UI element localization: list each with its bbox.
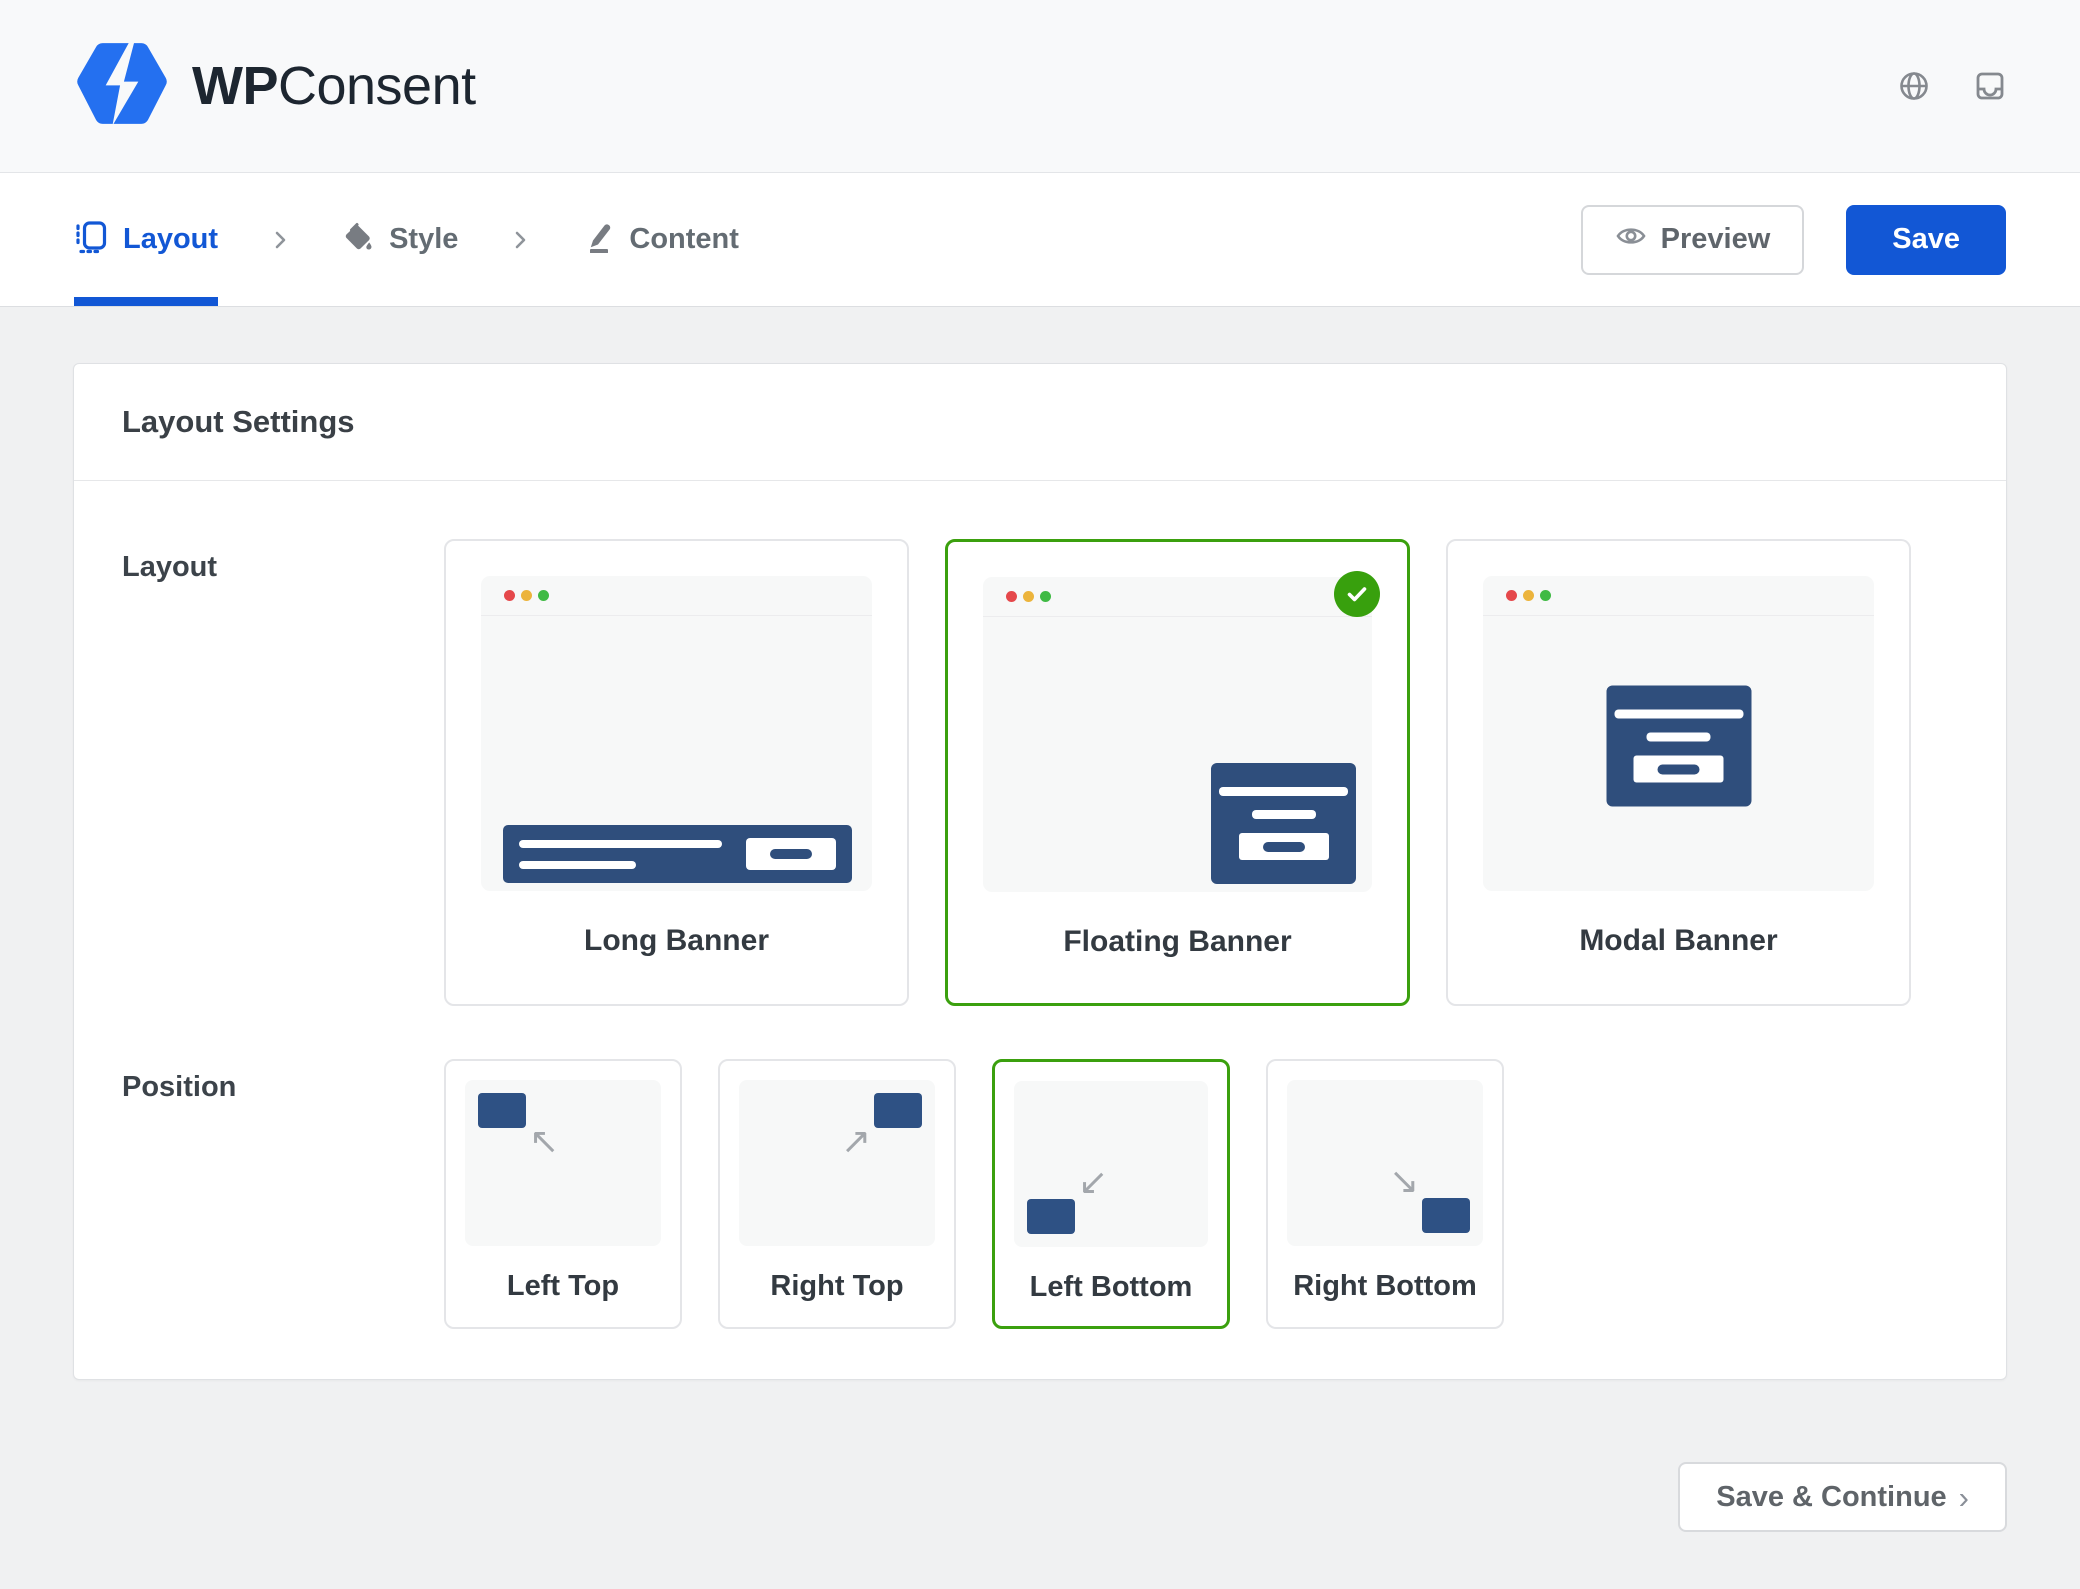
banner-position-rect xyxy=(874,1093,922,1128)
chevron-right-icon xyxy=(268,173,292,306)
brand-name: WPConsent xyxy=(192,55,476,117)
arrow-up-left-icon: ↖ xyxy=(529,1124,559,1160)
banner-position-rect xyxy=(1027,1199,1075,1234)
inbox-icon[interactable] xyxy=(1974,70,2006,102)
position-preview: ↖ xyxy=(465,1080,661,1246)
browser-mockup xyxy=(1483,576,1874,891)
traffic-dot-red xyxy=(1006,591,1017,602)
banner-position-rect xyxy=(1422,1198,1470,1233)
footer-actions: Save & Continue › xyxy=(73,1380,2007,1532)
chevron-right-icon: › xyxy=(1959,1478,1969,1516)
position-option-right-top[interactable]: ↗ Right Top xyxy=(718,1059,956,1329)
banner-button-shape xyxy=(746,838,836,870)
arrow-up-right-icon: ↗ xyxy=(841,1124,871,1160)
position-option-right-bottom[interactable]: ↘ Right Bottom xyxy=(1266,1059,1504,1329)
tab-bar: Layout Style Content xyxy=(0,173,2080,307)
layout-option-label: Floating Banner xyxy=(983,925,1372,959)
layout-option-label: Long Banner xyxy=(481,924,872,958)
paint-bucket-icon xyxy=(342,221,374,258)
banner-button-shape xyxy=(1634,756,1724,783)
wpconsent-logo-icon xyxy=(74,41,170,131)
tab-content-label: Content xyxy=(629,223,739,256)
position-option-label: Left Bottom xyxy=(1014,1271,1208,1304)
position-preview: ↙ xyxy=(1014,1081,1208,1247)
tab-layout[interactable]: Layout xyxy=(74,173,218,306)
layout-setting-row: Layout xyxy=(122,539,1958,1006)
browser-titlebar xyxy=(983,577,1372,617)
layout-option-label: Modal Banner xyxy=(1483,924,1874,958)
chevron-right-icon xyxy=(508,173,532,306)
banner-position-rect xyxy=(478,1093,526,1128)
eye-icon xyxy=(1615,220,1647,260)
traffic-dot-yellow xyxy=(1023,591,1034,602)
position-setting-row: Position ↖ Left Top ↗ xyxy=(122,1059,1958,1329)
layout-option-long-banner[interactable]: Long Banner xyxy=(444,539,909,1006)
layout-option-modal-banner[interactable]: Modal Banner xyxy=(1446,539,1911,1006)
save-and-continue-button[interactable]: Save & Continue › xyxy=(1678,1462,2007,1532)
browser-titlebar xyxy=(481,576,872,616)
floating-banner-preview xyxy=(1211,763,1356,884)
position-option-left-top[interactable]: ↖ Left Top xyxy=(444,1059,682,1329)
position-option-left-bottom[interactable]: ↙ Left Bottom xyxy=(992,1059,1230,1329)
preview-button-label: Preview xyxy=(1661,223,1771,256)
app-header: WPConsent xyxy=(0,0,2080,173)
modal-banner-preview xyxy=(1606,686,1751,807)
layout-row-label: Layout xyxy=(122,539,444,1006)
position-preview: ↗ xyxy=(739,1080,935,1246)
browser-mockup xyxy=(481,576,872,891)
tab-layout-label: Layout xyxy=(123,223,218,256)
traffic-dot-green xyxy=(1040,591,1051,602)
selected-check-icon xyxy=(1334,571,1380,617)
layout-settings-panel: Layout Settings Layout xyxy=(73,363,2007,1380)
arrow-down-right-icon: ↘ xyxy=(1389,1164,1419,1200)
browser-titlebar xyxy=(1483,576,1874,616)
layout-icon xyxy=(74,220,108,259)
traffic-dot-red xyxy=(504,590,515,601)
tab-content[interactable]: Content xyxy=(582,173,739,306)
save-button[interactable]: Save xyxy=(1846,205,2006,275)
pencil-icon xyxy=(582,221,614,258)
banner-button-shape xyxy=(1239,833,1329,860)
globe-icon[interactable] xyxy=(1898,70,1930,102)
main-content: Layout Settings Layout xyxy=(0,307,2080,1532)
position-option-label: Right Bottom xyxy=(1287,1270,1483,1303)
traffic-dot-red xyxy=(1506,590,1517,601)
save-and-continue-label: Save & Continue xyxy=(1716,1481,1946,1514)
browser-mockup xyxy=(983,577,1372,892)
traffic-dot-green xyxy=(1540,590,1551,601)
brand-logo: WPConsent xyxy=(74,41,476,131)
arrow-down-left-icon: ↙ xyxy=(1078,1165,1108,1201)
tab-style[interactable]: Style xyxy=(342,173,458,306)
tab-style-label: Style xyxy=(389,223,458,256)
position-preview: ↘ xyxy=(1287,1080,1483,1246)
position-option-label: Left Top xyxy=(465,1270,661,1303)
traffic-dot-green xyxy=(538,590,549,601)
preview-button[interactable]: Preview xyxy=(1581,205,1805,275)
traffic-dot-yellow xyxy=(521,590,532,601)
position-option-label: Right Top xyxy=(739,1270,935,1303)
panel-title: Layout Settings xyxy=(74,364,2006,481)
traffic-dot-yellow xyxy=(1523,590,1534,601)
layout-option-floating-banner[interactable]: Floating Banner xyxy=(945,539,1410,1006)
long-banner-preview xyxy=(503,825,852,883)
position-row-label: Position xyxy=(122,1059,444,1329)
save-button-label: Save xyxy=(1892,223,1960,256)
